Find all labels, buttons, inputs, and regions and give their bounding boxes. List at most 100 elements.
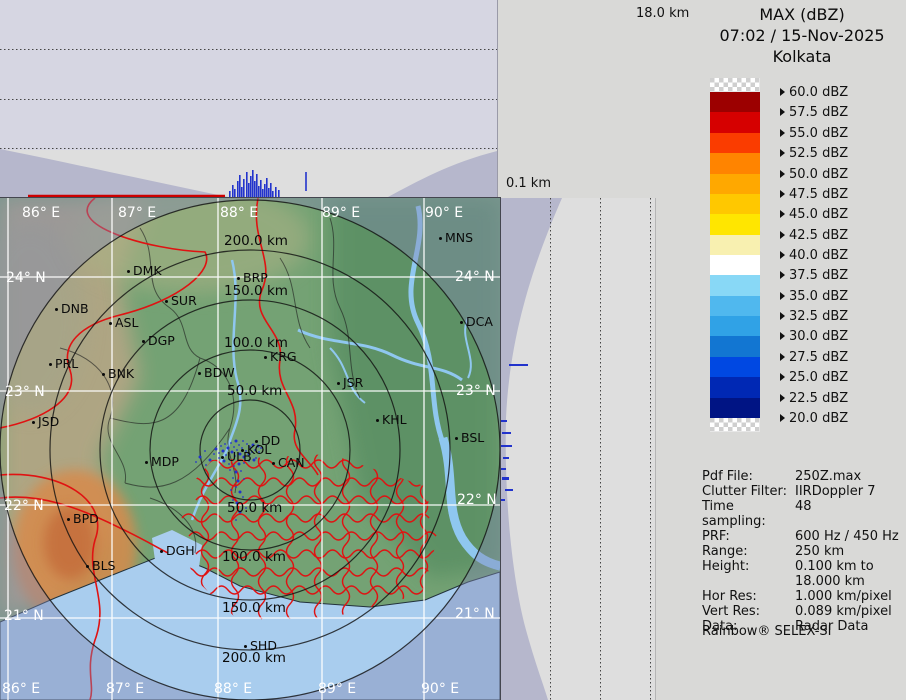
scale-tick-arrow-icon [780,394,785,402]
color-scale-label: 30.0 dBZ [780,328,848,344]
color-scale-band [710,133,760,153]
color-scale-band [710,92,760,112]
city-marker [160,550,163,553]
scale-tick-arrow-icon [780,353,785,361]
scale-tick-arrow-icon [780,108,785,116]
metadata-value: 1.000 km/pixel [795,589,892,604]
color-scale-band [710,214,760,235]
metadata-value: IIRDoppler 7 [795,484,876,499]
color-scale-label: 42.5 dBZ [780,227,848,243]
scale-tick-arrow-icon [780,332,785,340]
city-marker [237,277,240,280]
software-brand: Rainbow® SELEX-SI [702,624,832,639]
color-scale-label: 55.0 dBZ [780,125,848,141]
scale-tick-arrow-icon [780,414,785,422]
scale-tick-text: 22.5 dBZ [789,391,848,406]
metadata-row: Range:250 km [702,544,902,559]
city-label: SHD [250,638,277,653]
city-label: JSR [343,375,363,390]
scale-tick-text: 30.0 dBZ [789,329,848,344]
scale-tick-arrow-icon [780,312,785,320]
city-marker [198,372,201,375]
metadata-value: 600 Hz / 450 Hz [795,529,899,544]
color-scale-band [710,174,760,194]
range-ring-label: 150.0 km [224,283,288,299]
color-scale-band [710,235,760,255]
scale-tick-text: 52.5 dBZ [789,146,848,161]
product-header: MAX (dBZ) 07:02 / 15-Nov-2025 Kolkata [698,4,906,67]
city-marker [127,270,130,273]
right-projection-graphic [500,198,655,700]
metadata-label: PRF: [702,529,795,544]
city-marker [460,321,463,324]
metadata-value: 250 km [795,544,844,559]
longitude-label: 87° E [106,681,144,697]
metadata-row: PRF:600 Hz / 450 Hz [702,529,902,544]
longitude-label: 87° E [118,205,156,221]
color-scale-label: 60.0 dBZ [780,84,848,100]
scale-tick-text: 40.0 dBZ [789,248,848,263]
scale-tick-arrow-icon [780,210,785,218]
scale-tick-text: 60.0 dBZ [789,85,848,100]
city-label: BSL [461,430,484,445]
color-scale-band [710,296,760,316]
metadata-label: Height: [702,559,795,589]
city-marker [145,461,148,464]
city-label: PRL [55,356,78,371]
longitude-label: 86° E [22,205,60,221]
latitude-label: 21° N [455,606,495,622]
top-projection-graphic [0,0,497,197]
city-marker [142,340,145,343]
color-scale-band [710,112,760,133]
color-scale-band [710,275,760,296]
metadata-label: Hor Res: [702,589,795,604]
color-scale-label: 27.5 dBZ [780,349,848,365]
metadata-label: Range: [702,544,795,559]
city-label: DCA [466,314,493,329]
color-scale-label: 50.0 dBZ [780,166,848,182]
scale-tick-text: 45.0 dBZ [789,207,848,222]
metadata-label: Vert Res: [702,604,795,619]
metadata-row: Time sampling:48 [702,499,902,529]
range-ring-label: 200.0 km [224,233,288,249]
scale-tick-arrow-icon [780,170,785,178]
color-scale-band [710,398,760,418]
station-name: Kolkata [698,46,906,67]
color-scale-band [710,153,760,174]
latitude-label: 21° N [4,608,44,624]
latitude-label: 22° N [4,498,44,514]
product-timestamp: 07:02 / 15-Nov-2025 [698,25,906,46]
longitude-label: 90° E [425,205,463,221]
latitude-label: 22° N [457,492,497,508]
city-marker [86,565,89,568]
scale-tick-text: 55.0 dBZ [789,126,848,141]
scale-tick-arrow-icon [780,129,785,137]
scale-tick-text: 27.5 dBZ [789,350,848,365]
scale-tick-text: 20.0 dBZ [789,411,848,426]
longitude-label: 88° E [220,205,258,221]
color-scale-label: 25.0 dBZ [780,369,848,385]
color-scale-band [710,377,760,398]
city-label: MNS [445,230,473,245]
city-marker [102,373,105,376]
radar-display-window: 18.0 km 0.1 km [0,0,906,700]
color-scale-band [710,316,760,336]
city-marker [109,322,112,325]
latitude-label: 24° N [6,270,46,286]
scale-tick-text: 25.0 dBZ [789,370,848,385]
city-label: KHL [382,412,407,427]
scale-tick-arrow-icon [780,251,785,259]
city-marker [32,421,35,424]
longitude-label: 88° E [214,681,252,697]
range-ring-label: 50.0 km [227,500,282,516]
city-label: DGH [166,543,195,558]
longitude-label: 86° E [2,681,40,697]
color-scale-label: 37.5 dBZ [780,267,848,283]
latitude-label: 24° N [455,269,495,285]
vertical-projection-panel-top [0,0,498,197]
color-scale-band [710,78,760,92]
metadata-value: 0.100 km to 18.000 km [795,559,874,589]
color-scale-label: 47.5 dBZ [780,186,848,202]
city-marker [455,437,458,440]
city-label: MDP [151,454,179,469]
